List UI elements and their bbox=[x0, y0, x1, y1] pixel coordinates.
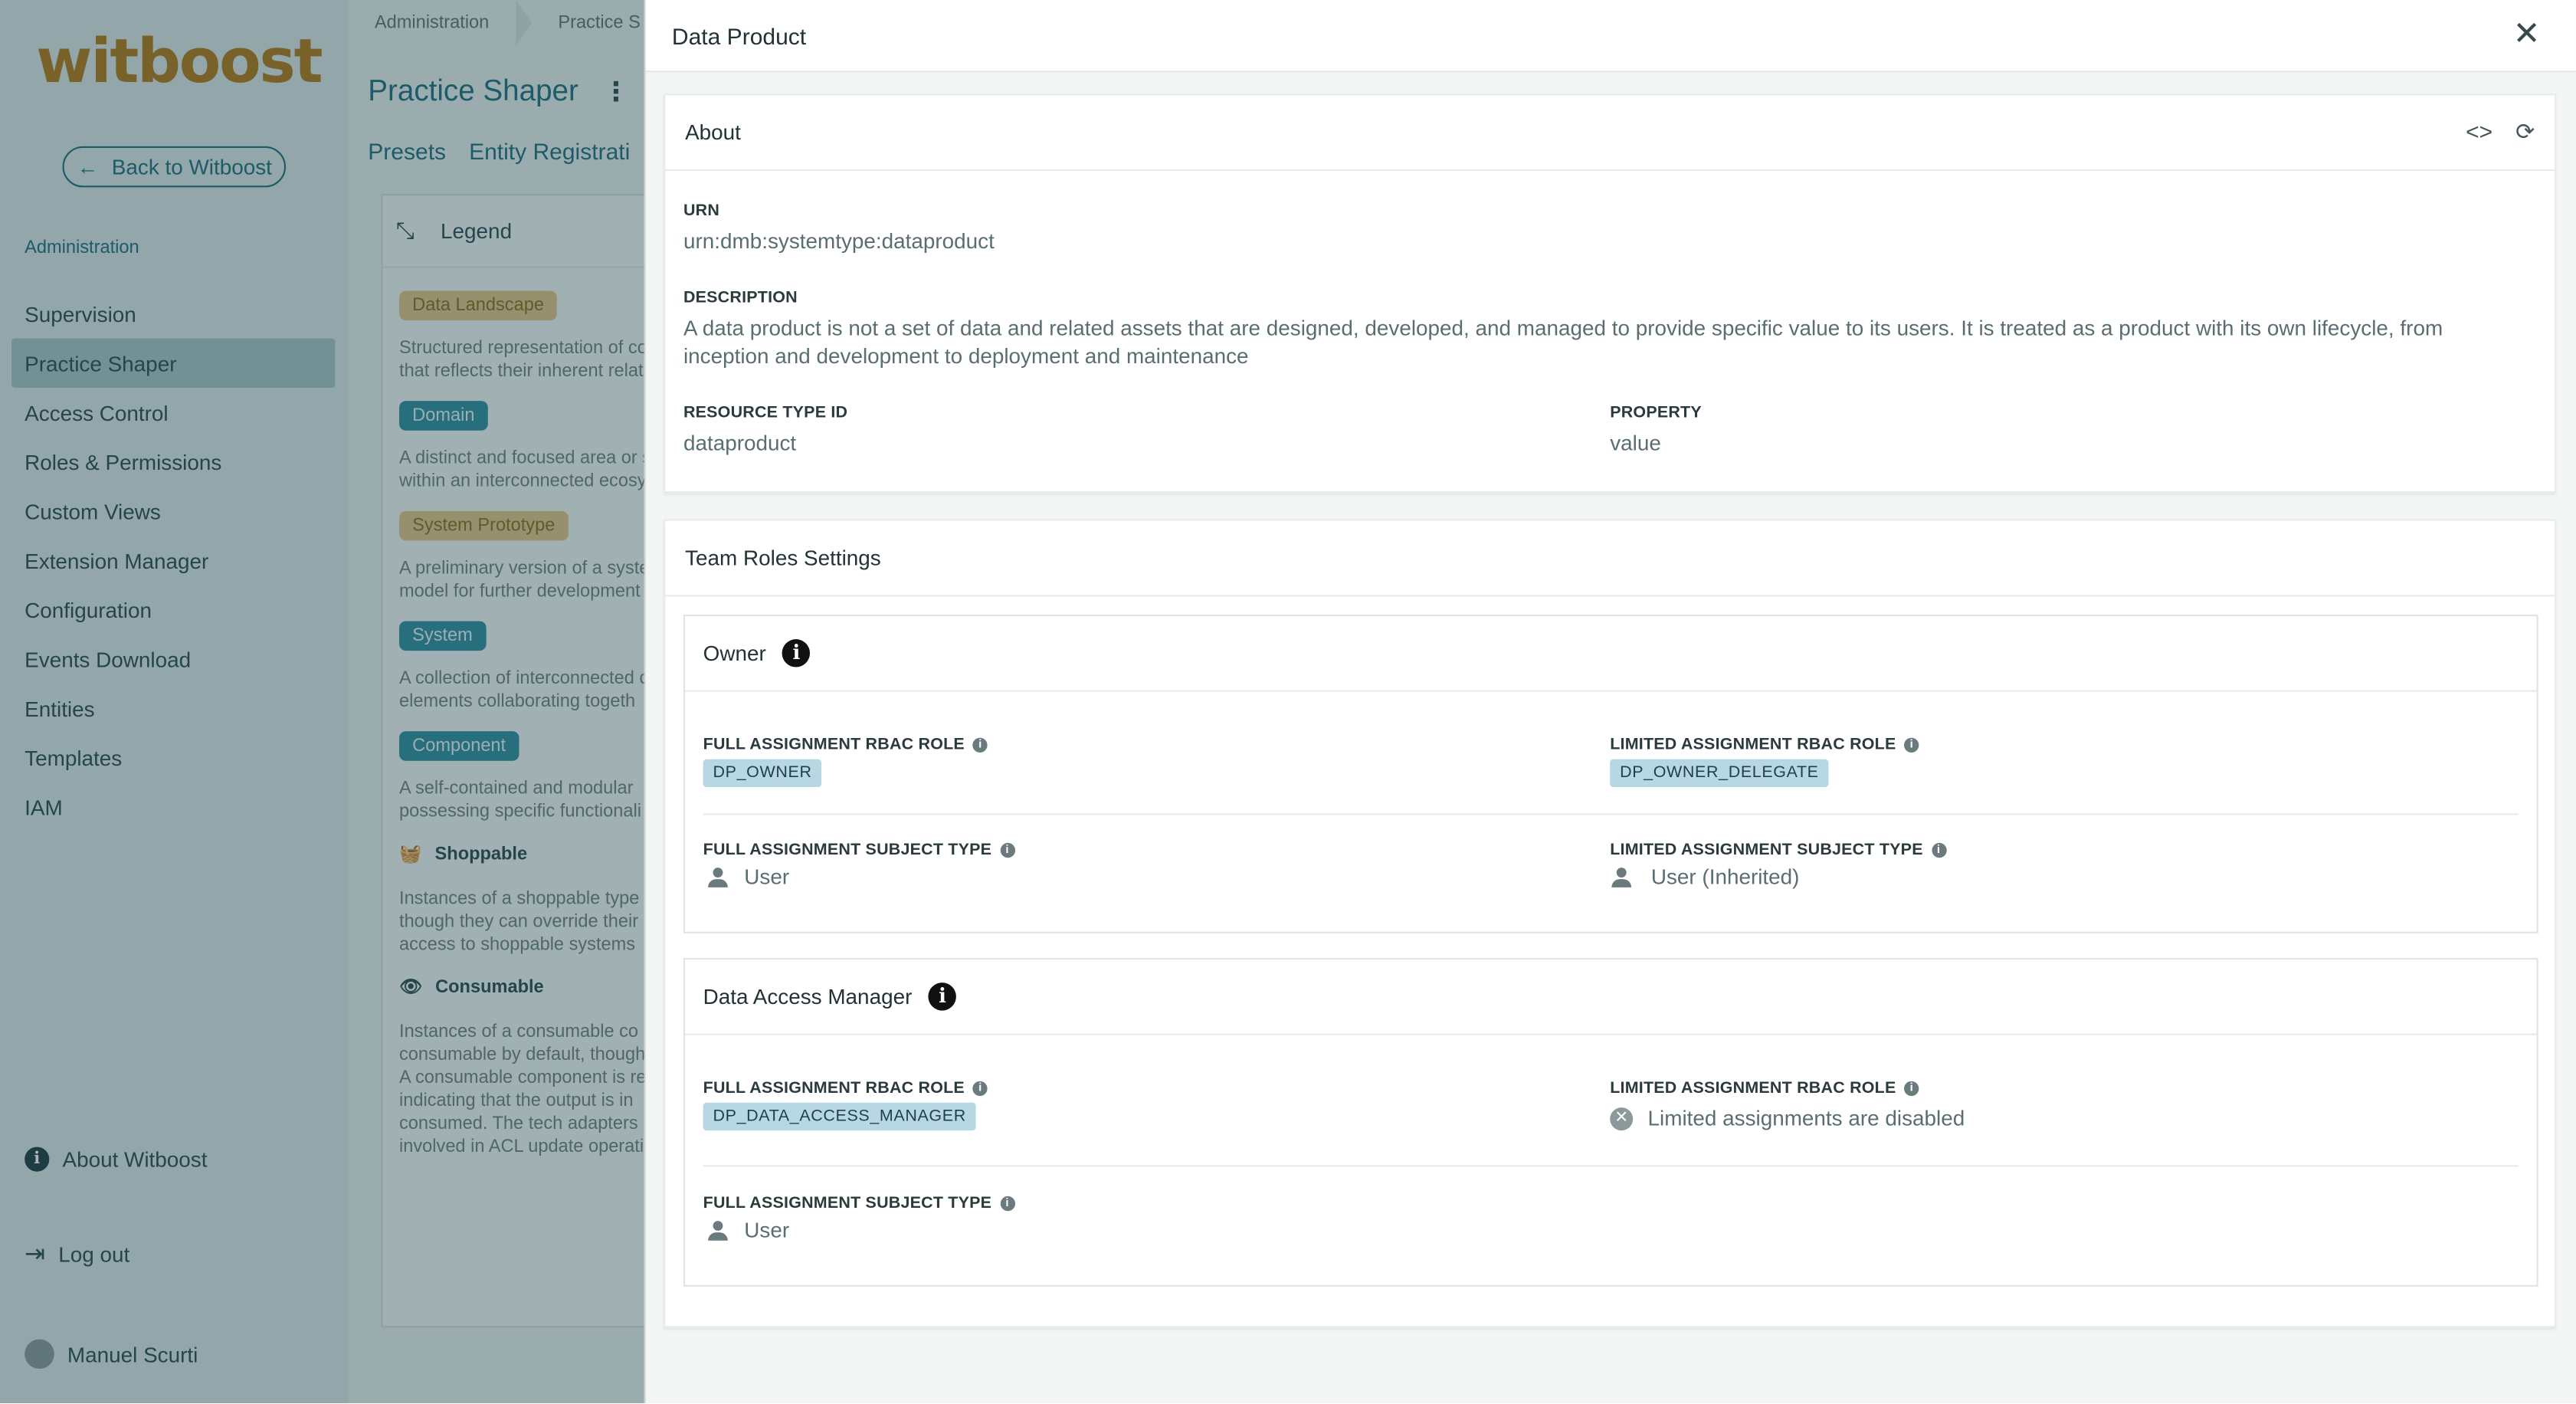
user-icon bbox=[706, 865, 729, 888]
property-label: PROPERTY bbox=[1610, 404, 1702, 423]
cancel-circle-icon: ✕ bbox=[1610, 1107, 1634, 1130]
team-roles-title: Team Roles Settings bbox=[665, 521, 2555, 597]
urn-label: URN bbox=[683, 202, 720, 221]
data-product-drawer: Data Product ✕ About <> ⟳ URN urn:dmb:sy… bbox=[644, 0, 2576, 1404]
info-icon[interactable]: i bbox=[999, 842, 1015, 858]
info-icon[interactable]: i bbox=[999, 1196, 1015, 1212]
info-icon[interactable]: i bbox=[782, 639, 811, 668]
limited-role-label-text: LIMITED ASSIGNMENT RBAC ROLE bbox=[1610, 736, 1896, 755]
dam-role-header: Data Access Manager i bbox=[685, 960, 2537, 1035]
full-role-label-text: FULL ASSIGNMENT RBAC ROLE bbox=[703, 1079, 965, 1098]
description-value: A data product is not a set of data and … bbox=[683, 315, 2443, 369]
full-subject-label-text: FULL ASSIGNMENT SUBJECT TYPE bbox=[703, 1194, 992, 1213]
close-icon[interactable]: ✕ bbox=[2510, 18, 2543, 53]
info-icon[interactable]: i bbox=[972, 1081, 988, 1097]
full-subject-value: User bbox=[706, 864, 789, 889]
full-role-label: FULL ASSIGNMENT RBAC ROLE i bbox=[703, 1079, 988, 1098]
team-roles-card: Team Roles Settings Owner i FULL ASSIGNM… bbox=[664, 519, 2557, 1328]
divider bbox=[703, 1165, 2519, 1167]
data-access-manager-role-card: Data Access Manager i FULL ASSIGNMENT RB… bbox=[683, 958, 2538, 1287]
full-role-label: FULL ASSIGNMENT RBAC ROLE i bbox=[703, 736, 988, 755]
drawer-title: Data Product bbox=[671, 21, 807, 49]
users-icon bbox=[1610, 865, 1636, 888]
full-subject-label-text: FULL ASSIGNMENT SUBJECT TYPE bbox=[703, 841, 992, 860]
about-actions: <> ⟳ bbox=[2466, 118, 2535, 146]
full-subject-text: User bbox=[744, 864, 790, 889]
limited-role-label-text: LIMITED ASSIGNMENT RBAC ROLE bbox=[1610, 1079, 1896, 1098]
limited-role-label: LIMITED ASSIGNMENT RBAC ROLE i bbox=[1610, 736, 1919, 755]
info-icon[interactable]: i bbox=[928, 982, 957, 1011]
resource-type-label: RESOURCE TYPE ID bbox=[683, 404, 848, 423]
description-label: DESCRIPTION bbox=[683, 289, 798, 307]
refresh-icon[interactable]: ⟳ bbox=[2515, 118, 2535, 146]
user-icon bbox=[706, 1219, 729, 1242]
about-card: About <> ⟳ URN urn:dmb:systemtype:datapr… bbox=[664, 93, 2557, 494]
owner-role-header: Owner i bbox=[685, 616, 2537, 692]
info-icon[interactable]: i bbox=[1931, 842, 1946, 858]
full-subject-value: User bbox=[706, 1218, 789, 1242]
info-icon[interactable]: i bbox=[1904, 1081, 1919, 1097]
divider bbox=[703, 813, 2519, 815]
owner-role-title: Owner bbox=[703, 641, 766, 666]
full-role-chip: DP_DATA_ACCESS_MANAGER bbox=[703, 1102, 976, 1131]
owner-role-card: Owner i FULL ASSIGNMENT RBAC ROLE i DP_O… bbox=[683, 614, 2538, 933]
urn-value: urn:dmb:systemtype:dataproduct bbox=[683, 228, 995, 254]
limited-subject-label-text: LIMITED ASSIGNMENT SUBJECT TYPE bbox=[1610, 841, 1923, 860]
limited-subject-value: User (Inherited) bbox=[1610, 864, 1799, 889]
dam-role-title: Data Access Manager bbox=[703, 984, 913, 1009]
full-role-chip: DP_OWNER bbox=[703, 759, 822, 788]
property-value: value bbox=[1610, 430, 1661, 455]
code-icon[interactable]: <> bbox=[2466, 118, 2492, 146]
modal-backdrop[interactable] bbox=[0, 0, 644, 1404]
limited-subject-label: LIMITED ASSIGNMENT SUBJECT TYPE i bbox=[1610, 841, 1946, 860]
limited-role-label: LIMITED ASSIGNMENT RBAC ROLE i bbox=[1610, 1079, 1919, 1098]
info-icon[interactable]: i bbox=[1904, 737, 1919, 753]
limited-role-disabled: ✕ Limited assignments are disabled bbox=[1610, 1106, 1965, 1130]
resource-type-value: dataproduct bbox=[683, 430, 797, 455]
full-subject-label: FULL ASSIGNMENT SUBJECT TYPE i bbox=[703, 1194, 1015, 1213]
drawer-header: Data Product bbox=[645, 0, 2576, 73]
info-icon[interactable]: i bbox=[972, 737, 988, 753]
about-title: About bbox=[665, 95, 2555, 171]
full-role-label-text: FULL ASSIGNMENT RBAC ROLE bbox=[703, 736, 965, 755]
limited-subject-text: User (Inherited) bbox=[1650, 864, 1800, 889]
full-subject-text: User bbox=[744, 1217, 790, 1242]
full-subject-label: FULL ASSIGNMENT SUBJECT TYPE i bbox=[703, 841, 1015, 860]
limited-role-disabled-text: Limited assignments are disabled bbox=[1647, 1105, 1965, 1131]
limited-role-chip: DP_OWNER_DELEGATE bbox=[1610, 759, 1829, 788]
